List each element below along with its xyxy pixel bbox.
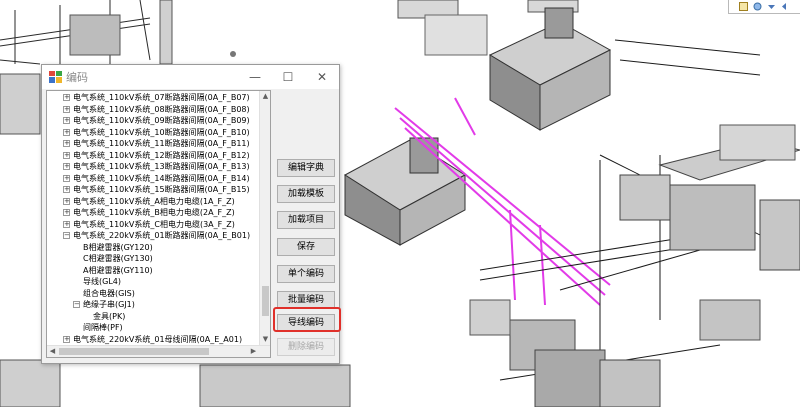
tree-node-label: 电气系统_110kV系统_13断路器间隔(0A_F_B13) (73, 162, 250, 171)
tree-list: + 电气系统_110kV系统_07断路器间隔(0A_F_B07) + 电气系统_110… (47, 91, 260, 345)
load-template-button[interactable]: 加载模板 (277, 185, 335, 203)
tree-node-label: 电气系统_110kV系统_15断路器间隔(0A_F_B15) (73, 185, 250, 194)
toolbar-fragment (728, 0, 800, 14)
tree-node-label: 绝缘子串(GJ1) (83, 300, 135, 309)
code-tree-view[interactable]: + 电气系统_110kV系统_07断路器间隔(0A_F_B07) + 电气系统_110… (46, 90, 271, 358)
dropdown-icon[interactable] (767, 2, 776, 11)
expand-icon[interactable]: + (63, 140, 70, 147)
tree-node-label: 电气系统_110kV系统_10断路器间隔(0A_F_B10) (73, 127, 250, 137)
horizontal-scroll-thumb[interactable] (59, 348, 209, 355)
pin-icon[interactable] (753, 2, 762, 11)
vertical-scroll-thumb[interactable] (262, 286, 269, 316)
expand-icon[interactable]: + (63, 335, 70, 343)
tree-node-label: 电气系统_110kV系统_07断路器间隔(0A_F_B07) (73, 93, 250, 102)
edit-dictionary-button[interactable]: 编辑字典 (277, 159, 335, 177)
tree-node-label: 电气系统_110kV系统_14断路器间隔(0A_F_B14) (73, 173, 250, 183)
tree-node-label: 电气系统_110kV系统_C相电力电缆(3A_F_Z) (73, 219, 235, 229)
expand-icon[interactable]: + (63, 163, 70, 170)
highlight-box (273, 307, 341, 332)
scroll-down-arrow-icon[interactable]: ▼ (260, 334, 270, 345)
tree-node-label: 间隔棒(PF) (83, 323, 123, 332)
app-icon (49, 71, 62, 83)
collapse-icon[interactable]: − (63, 232, 70, 239)
tree-node-label: 电气系统_110kV系统_08断路器间隔(0A_F_B08) (73, 104, 250, 114)
tree-node-label: 电气系统_110kV系统_B相电力电缆(2A_F_Z) (73, 208, 235, 217)
expand-icon[interactable]: + (63, 151, 70, 159)
expand-icon[interactable]: + (63, 174, 70, 182)
scroll-left-arrow-icon[interactable]: ◀ (47, 346, 58, 357)
close-button[interactable]: ✕ (308, 66, 336, 88)
tree-node-label: 电气系统_110kV系统_A相电力电缆(1A_F_Z) (73, 196, 235, 206)
tree-node-label: A相避雷器(GY110) (83, 265, 153, 275)
minimize-button[interactable]: — (241, 66, 269, 88)
title-bar[interactable]: 编码 — ☐ ✕ (42, 65, 339, 89)
expand-icon[interactable]: + (63, 209, 70, 216)
tree-node-label: 电气系统_110kV系统_09断路器间隔(0A_F_B09) (73, 116, 250, 125)
delete-encode-button: 删除编码 (277, 338, 335, 356)
tree-node-label: C相避雷器(GY130) (83, 254, 153, 263)
tree-node-label: 电气系统_110kV系统_11断路器间隔(0A_F_B11) (73, 139, 250, 148)
window-title: 编码 (66, 71, 88, 84)
window-icon[interactable] (739, 2, 748, 11)
maximize-button[interactable]: ☐ (274, 66, 302, 88)
scroll-up-arrow-icon[interactable]: ▲ (260, 91, 270, 102)
vertical-scrollbar[interactable]: ▲ ▼ (259, 91, 270, 345)
save-button[interactable]: 保存 (277, 238, 335, 256)
tree-node-label: 电气系统_110kV系统_12断路器间隔(0A_F_B12) (73, 150, 250, 160)
expand-icon[interactable]: + (63, 186, 70, 193)
expand-icon[interactable]: + (63, 117, 70, 124)
expand-icon[interactable]: + (63, 220, 70, 228)
expand-icon[interactable]: + (63, 197, 70, 205)
single-encode-button[interactable]: 单个编码 (277, 265, 335, 283)
tree-node-label: 导线(GL4) (83, 277, 121, 286)
expand-icon[interactable]: + (63, 94, 70, 101)
expand-icon[interactable]: + (63, 128, 70, 136)
tree-node-label: 金具(PK) (93, 311, 126, 321)
tree-node-label: 组合电器(GIS) (83, 288, 135, 298)
tree-node-label: B相避雷器(GY120) (83, 242, 153, 252)
arrow-icon[interactable] (781, 2, 790, 11)
scroll-right-arrow-icon[interactable]: ▶ (248, 346, 259, 357)
expand-icon[interactable]: + (63, 105, 70, 113)
tree-node-label: 电气系统_220kV系统_01断路器间隔(0A_E_B01) (73, 231, 251, 240)
collapse-icon[interactable]: − (73, 301, 80, 308)
horizontal-scrollbar[interactable]: ◀ ▶ (47, 345, 270, 357)
load-project-button[interactable]: 加载项目 (277, 211, 335, 229)
tree-node-label: 电气系统_220kV系统_01母线间隔(0A_E_A01) (73, 334, 243, 344)
